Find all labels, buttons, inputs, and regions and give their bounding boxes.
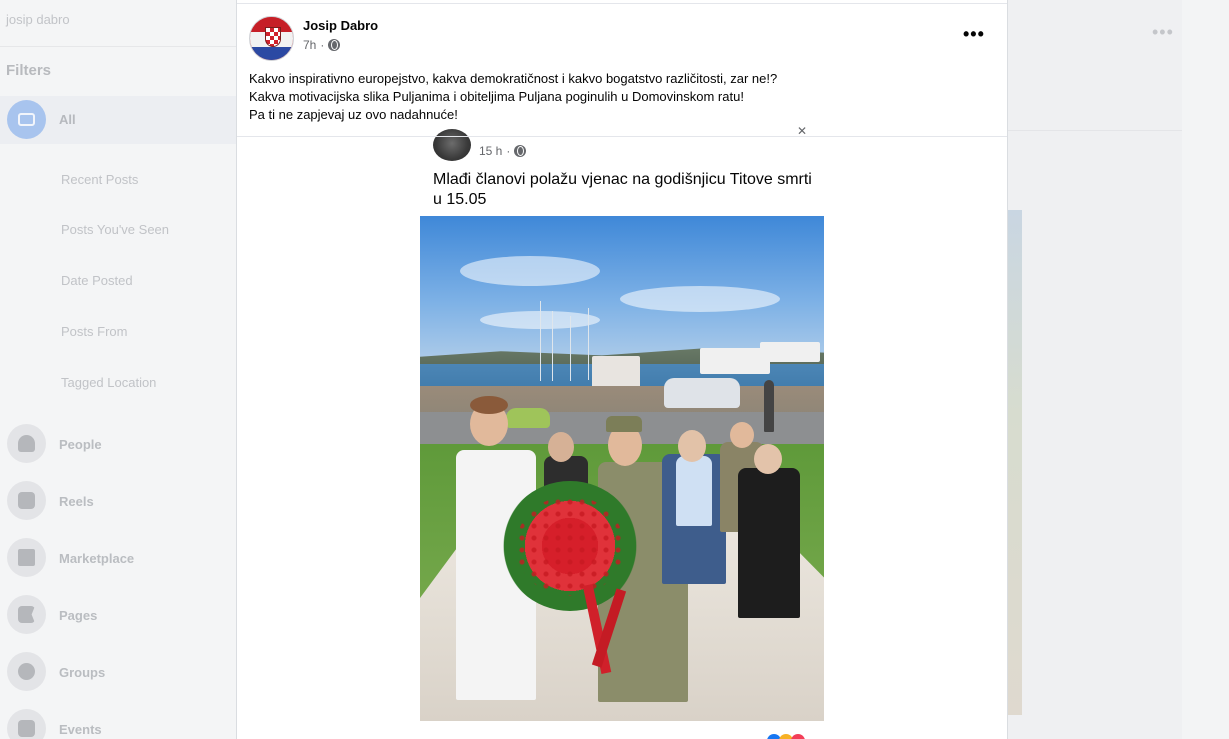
filters-heading: Filters — [6, 62, 52, 79]
filter-date-posted[interactable]: Date Posted — [61, 273, 133, 288]
shared-time: 15 h — [479, 144, 503, 158]
reels-icon — [7, 481, 46, 520]
nav-marketplace[interactable]: Marketplace — [59, 551, 134, 566]
post-meta: 7h · — [303, 38, 341, 52]
shared-page-name-cropped — [479, 126, 649, 136]
shared-post-text: Mlađi članovi polažu vjenac na godišnjic… — [433, 171, 812, 208]
background-more-icon[interactable]: ••• — [1152, 22, 1174, 43]
croatian-checkerboard-icon — [265, 27, 281, 47]
post-dialog: Josip Dabro 7h · ••• Kakvo inspirativno … — [236, 0, 1008, 739]
caption-line-3: Pa ti ne zapjevaj uz ovo nadahnuće! — [249, 107, 458, 122]
filter-recent-posts[interactable]: Recent Posts — [61, 172, 138, 187]
post-time[interactable]: 7h — [303, 38, 316, 52]
caption-line-1: Kakvo inspirativno europejstvo, kakva de… — [249, 71, 778, 86]
nav-people[interactable]: People — [59, 437, 102, 452]
all-feed-icon — [7, 100, 46, 139]
author-name[interactable]: Josip Dabro — [303, 18, 378, 33]
love-reaction-icon — [791, 734, 805, 739]
nav-reels[interactable]: Reels — [59, 494, 94, 509]
globe-icon — [328, 39, 341, 51]
nav-groups[interactable]: Groups — [59, 665, 105, 680]
filter-all-label[interactable]: All — [59, 112, 76, 127]
dialog-top-border — [237, 3, 1007, 4]
meta-separator: · — [320, 38, 325, 52]
marketplace-icon — [7, 538, 46, 577]
shared-globe-icon — [514, 145, 527, 157]
background-image-edge — [1008, 210, 1022, 715]
shared-page-avatar — [433, 129, 471, 161]
flag-icon — [7, 595, 46, 634]
header-separator — [237, 136, 1007, 137]
people-icon — [7, 424, 46, 463]
shared-meta: 15 h · — [479, 144, 527, 158]
search-query[interactable]: josip dabro — [6, 12, 70, 27]
filter-tagged-location[interactable]: Tagged Location — [61, 375, 156, 390]
sidebar-divider — [0, 46, 236, 47]
post-caption: Kakvo inspirativno europejstvo, kakva de… — [249, 70, 777, 124]
filter-posts-from[interactable]: Posts From — [61, 324, 127, 339]
filter-posts-seen[interactable]: Posts You've Seen — [61, 222, 169, 237]
nav-events[interactable]: Events — [59, 722, 102, 737]
groups-icon — [7, 652, 46, 691]
more-options-icon[interactable]: ••• — [963, 24, 985, 45]
nav-pages[interactable]: Pages — [59, 608, 97, 623]
caption-line-2: Kakva motivacijska slika Puljanima i obi… — [249, 89, 744, 104]
background-scroll-column — [1182, 0, 1229, 739]
author-avatar[interactable] — [249, 16, 294, 61]
shared-photo[interactable] — [420, 216, 824, 721]
shared-meta-separator: · — [506, 144, 511, 158]
